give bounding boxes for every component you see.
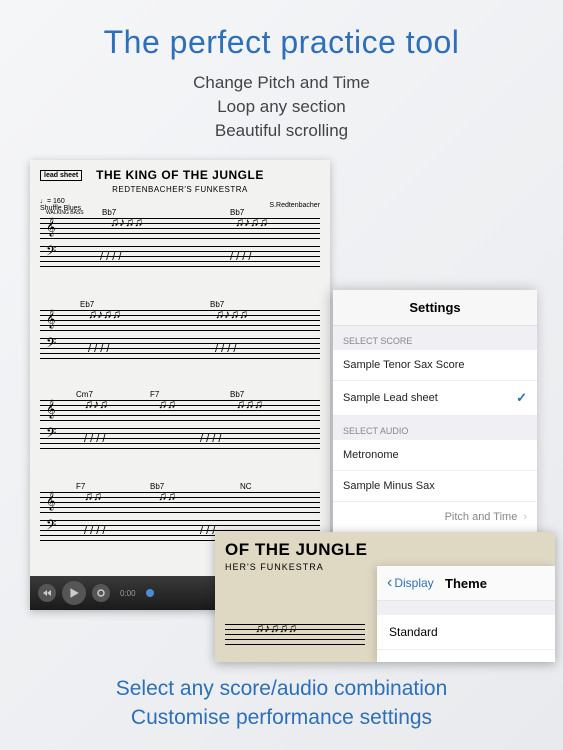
walking-bass-label: WALKING BASS — [46, 210, 84, 216]
audio-option-minus-sax[interactable]: Sample Minus Sax — [333, 471, 537, 502]
chevron-left-icon: ‹ — [387, 574, 392, 592]
score-option-tenor-sax[interactable]: Sample Tenor Sax Score — [333, 350, 537, 381]
checkmark-icon: ✓ — [516, 390, 527, 406]
option-label: Sample Minus Sax — [343, 480, 435, 492]
sepia-preview-panel: OF THE JUNGLE HER'S FUNKESTRA ♫♪♫♫♫ ‹ Di… — [215, 532, 555, 662]
chevron-right-icon: › — [523, 511, 527, 523]
settings-section-score: SELECT SCORE — [333, 326, 537, 350]
loop-button[interactable] — [92, 584, 110, 602]
footer-line-2: Customise performance settings — [0, 704, 563, 732]
back-button[interactable]: ‹ Display — [387, 574, 434, 592]
subline-2: Loop any section — [0, 95, 563, 119]
subline-3: Beautiful scrolling — [0, 119, 563, 143]
pitch-and-time-link[interactable]: Pitch and Time › — [333, 502, 537, 533]
play-button[interactable] — [62, 581, 86, 605]
sublines: Change Pitch and Time Loop any section B… — [0, 71, 563, 142]
settings-popover: Settings SELECT SCORE Sample Tenor Sax S… — [333, 290, 537, 568]
staff-system-2: Eb7 Bb7 𝄞 ♫♪♫♫ ♫♪♫♫ 𝄢 / / / / / / / / — [40, 310, 320, 366]
theme-header: ‹ Display Theme — [377, 566, 555, 601]
footer-text: Select any score/audio combination Custo… — [0, 675, 563, 732]
option-label: Standard — [389, 625, 438, 639]
rewind-button[interactable] — [38, 584, 56, 602]
lead-sheet-tag: lead sheet — [40, 170, 82, 181]
footer-line-1: Select any score/audio combination — [0, 675, 563, 703]
link-label: Pitch and Time — [445, 511, 518, 523]
settings-title: Settings — [333, 290, 537, 326]
option-label: Sample Tenor Sax Score — [343, 359, 464, 371]
composer-credit: S.Redtenbacher — [269, 202, 320, 209]
score-option-lead-sheet[interactable]: Sample Lead sheet ✓ — [333, 381, 537, 416]
option-label: Sample Lead sheet — [343, 392, 438, 404]
theme-popover: ‹ Display Theme Standard Sepia ✓ — [377, 566, 555, 662]
chord-label: NC — [240, 482, 252, 491]
theme-option-sepia[interactable]: Sepia ✓ — [377, 650, 555, 662]
audio-option-metronome[interactable]: Metronome — [333, 440, 537, 471]
theme-option-standard[interactable]: Standard — [377, 615, 555, 650]
option-label: Sepia — [389, 661, 420, 662]
checkmark-icon: ✓ — [532, 660, 543, 662]
sepia-title-fragment: OF THE JUNGLE — [215, 532, 555, 562]
headline: The perfect practice tool — [0, 0, 563, 61]
piece-subtitle: REDTENBACHER'S FUNKESTRA — [30, 185, 330, 194]
scrubber-thumb[interactable] — [146, 589, 154, 597]
playback-time: 0:00 — [120, 589, 136, 598]
option-label: Metronome — [343, 449, 399, 461]
sepia-staff-fragment: ♫♪♫♫♫ — [225, 624, 365, 652]
back-label: Display — [394, 576, 433, 590]
subline-1: Change Pitch and Time — [0, 71, 563, 95]
staff-system-3: Cm7 F7 Bb7 𝄞 ♫♪♫ ♫♫ ♫♫♫ 𝄢 / / / / / / / … — [40, 400, 320, 456]
staff-system-1: Bb7 Bb7 𝄞 ♫♪♫♫ ♫♪♫♫ WALKING BASS 𝄢 / / /… — [40, 218, 320, 274]
settings-section-audio: SELECT AUDIO — [333, 416, 537, 440]
